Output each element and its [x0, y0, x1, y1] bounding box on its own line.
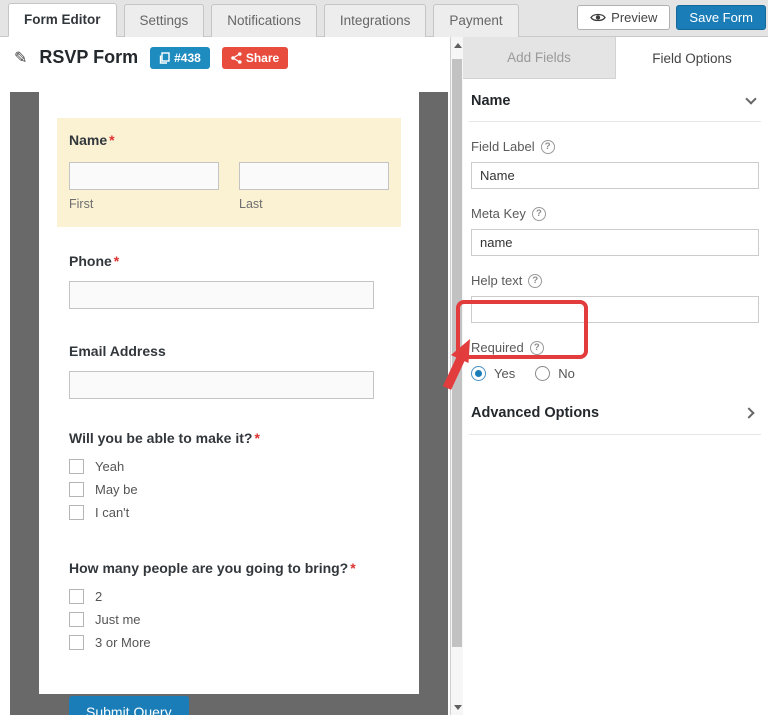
checkbox-threeormore[interactable] — [69, 634, 84, 650]
help-text-label: Help text — [471, 273, 523, 288]
checkbox-maybe-label: May be — [95, 481, 138, 497]
checkbox-option-row: I can't — [69, 504, 389, 520]
required-yes-label: Yes — [494, 365, 516, 381]
attendance-field-label: Will you be able to make it? * — [69, 430, 389, 446]
field-label-group: Field Label ? — [469, 139, 761, 189]
share-icon — [231, 51, 242, 64]
share-button-label: Share — [245, 50, 280, 65]
chevron-down-icon — [745, 93, 757, 105]
checkbox-justme[interactable] — [69, 611, 84, 627]
scrollbar-down-arrow[interactable] — [454, 705, 462, 710]
name-field-label-text: Name — [69, 132, 108, 148]
checkbox-two[interactable] — [69, 588, 84, 604]
phone-field-label-text: Phone — [69, 253, 112, 269]
field-section-header[interactable]: Name — [469, 91, 761, 122]
field-attendance[interactable]: Will you be able to make it? * Yeah May b… — [69, 430, 389, 520]
form-editor-workspace: ✎ RSVP Form #438 Share Name * First Last… — [0, 37, 450, 715]
tab-payment[interactable]: Payment — [433, 4, 519, 37]
checkbox-justme-label: Just me — [95, 611, 141, 627]
help-text-input[interactable] — [471, 296, 759, 323]
checkbox-yeah[interactable] — [69, 458, 84, 474]
preview-button[interactable]: Preview — [577, 5, 671, 30]
share-button[interactable]: Share — [221, 46, 289, 69]
tab-notifications[interactable]: Notifications — [211, 4, 317, 37]
help-icon[interactable]: ? — [531, 206, 546, 221]
tab-integrations[interactable]: Integrations — [323, 4, 427, 37]
field-label-label: Field Label — [471, 139, 535, 154]
scrollbar-thumb[interactable] — [452, 59, 462, 647]
phone-field-label: Phone * — [69, 253, 389, 269]
required-asterisk: * — [350, 560, 356, 576]
phone-input[interactable] — [69, 281, 374, 309]
last-name-sublabel: Last — [239, 197, 263, 211]
attendance-field-label-text: Will you be able to make it? — [69, 430, 253, 446]
checkbox-threeormore-label: 3 or More — [95, 634, 151, 650]
meta-key-label: Meta Key — [471, 206, 526, 221]
required-asterisk: * — [254, 430, 260, 446]
help-text-group: Help text ? — [469, 273, 761, 323]
form-title: RSVP Form — [39, 47, 139, 67]
people-field-label: How many people are you going to bring? * — [69, 560, 389, 576]
tab-settings[interactable]: Settings — [123, 4, 205, 37]
meta-key-group: Meta Key ? — [469, 206, 761, 256]
required-asterisk: * — [109, 132, 115, 148]
required-group: Required ? Yes No — [469, 340, 761, 382]
checkbox-option-row: May be — [69, 481, 389, 497]
checkbox-option-row: 3 or More — [69, 634, 389, 650]
form-id-label: #438 — [174, 50, 201, 65]
last-name-input[interactable] — [239, 162, 389, 190]
field-section-title: Name — [471, 93, 511, 109]
checkbox-option-row: Yeah — [69, 458, 389, 474]
email-input[interactable] — [69, 371, 374, 399]
field-phone[interactable]: Phone * — [69, 253, 389, 309]
help-icon[interactable]: ? — [528, 273, 543, 288]
copy-icon — [159, 51, 170, 64]
first-name-input[interactable] — [69, 162, 219, 190]
email-field-label: Email Address — [69, 343, 166, 359]
field-label-input[interactable] — [471, 162, 759, 189]
field-options-panel: Add Fields Field Options Name Field Labe… — [463, 37, 768, 715]
submit-query-button[interactable]: Submit Query — [69, 696, 189, 715]
field-people-count[interactable]: How many people are you going to bring? *… — [69, 560, 389, 650]
required-no-label: No — [558, 365, 575, 381]
first-name-sublabel: First — [69, 197, 94, 211]
tab-add-fields[interactable]: Add Fields — [463, 37, 616, 79]
chevron-right-icon — [743, 407, 755, 419]
advanced-options-header[interactable]: Advanced Options — [469, 403, 761, 435]
preview-button-label: Preview — [611, 10, 658, 25]
form-preview-stage: Name * First Last Phone * Email Address … — [10, 92, 448, 715]
edit-pencil-icon[interactable]: ✎ — [14, 48, 27, 68]
checkbox-option-row: 2 — [69, 588, 389, 604]
field-email[interactable]: Email Address — [69, 343, 389, 399]
form-id-badge[interactable]: #438 — [150, 46, 210, 69]
advanced-options-title: Advanced Options — [471, 405, 600, 421]
field-name-selected[interactable]: Name * First Last — [57, 118, 401, 227]
tab-field-options[interactable]: Field Options — [616, 37, 768, 79]
form-preview-card: Name * First Last Phone * Email Address … — [39, 92, 419, 715]
name-field-label: Name * — [69, 132, 389, 148]
required-asterisk: * — [113, 253, 120, 269]
scrollbar-up-arrow[interactable] — [454, 43, 462, 48]
preview-scrollbar[interactable] — [450, 37, 463, 715]
meta-key-input[interactable] — [471, 229, 759, 256]
help-icon[interactable]: ? — [540, 139, 555, 154]
save-form-button[interactable]: Save Form — [676, 5, 766, 30]
required-label: Required — [471, 340, 524, 355]
required-yes-radio[interactable] — [471, 365, 486, 381]
required-no-radio[interactable] — [535, 365, 551, 381]
checkbox-cant[interactable] — [69, 504, 84, 520]
top-tab-bar: Form Editor Settings Notifications Integ… — [0, 0, 768, 37]
checkbox-yeah-label: Yeah — [95, 458, 125, 474]
people-field-label-text: How many people are you going to bring? — [69, 560, 349, 576]
checkbox-maybe[interactable] — [69, 481, 84, 497]
checkbox-two-label: 2 — [95, 588, 103, 604]
checkbox-cant-label: I can't — [95, 504, 130, 520]
eye-icon — [590, 12, 606, 23]
form-title-row: ✎ RSVP Form #438 Share — [0, 37, 450, 78]
help-icon[interactable]: ? — [529, 340, 544, 355]
main-tabs: Form Editor Settings Notifications Integ… — [0, 2, 526, 37]
tab-form-editor[interactable]: Form Editor — [8, 3, 117, 37]
checkbox-option-row: Just me — [69, 611, 389, 627]
